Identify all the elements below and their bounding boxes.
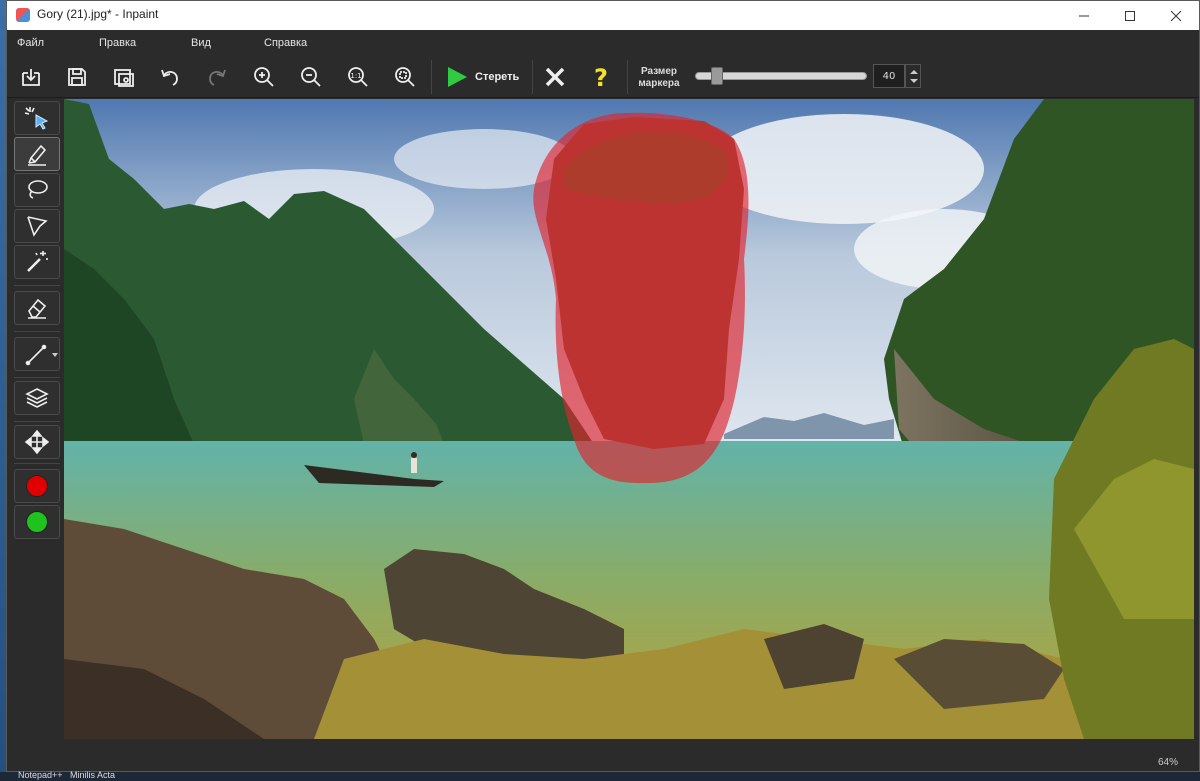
app-window: Gory (21).jpg* - Inpaint Файл Правка Вид… — [6, 0, 1200, 772]
toolbar-separator — [532, 60, 533, 94]
marker-size-label-line1: Размер — [640, 66, 677, 77]
lasso-icon — [28, 180, 48, 199]
boatman-head — [411, 452, 417, 458]
marker-size-slider-thumb[interactable] — [711, 67, 723, 85]
actual-size-icon: 1:1 — [348, 67, 368, 87]
preview-button[interactable] — [104, 61, 144, 93]
polygonal-lasso-tool[interactable] — [14, 209, 60, 243]
eraser-tool[interactable] — [14, 291, 60, 325]
svg-text:?: ? — [594, 65, 608, 89]
clear-selection-icon — [545, 67, 565, 87]
spin-down-arrow-icon[interactable] — [910, 79, 918, 83]
move-tool[interactable] — [14, 425, 60, 459]
taskbar-item-minilis[interactable]: Minilis Acta — [70, 770, 115, 780]
menu-view[interactable]: Вид — [191, 37, 211, 49]
marker-size-label-line2: маркера — [638, 78, 680, 89]
lasso-tool[interactable] — [14, 173, 60, 207]
zoom-out-button[interactable] — [291, 61, 331, 93]
minimize-icon — [1079, 15, 1089, 16]
maximize-icon — [1125, 10, 1135, 21]
play-icon — [448, 67, 467, 87]
erase-button[interactable]: Стереть — [437, 61, 529, 93]
close-icon — [1170, 10, 1182, 21]
toolbar-separator — [627, 60, 628, 94]
menu-help[interactable]: Справка — [264, 37, 307, 49]
redo-button[interactable] — [197, 61, 237, 93]
sidebar-separator — [14, 331, 60, 332]
help-icon: ? — [594, 65, 608, 89]
sidebar-separator — [14, 421, 60, 422]
dropdown-arrow-icon — [52, 353, 58, 357]
zoom-in-button[interactable] — [244, 61, 284, 93]
menu-file[interactable]: Файл — [17, 37, 44, 49]
minimize-button[interactable] — [1061, 1, 1107, 30]
svg-text:1:1: 1:1 — [350, 72, 361, 80]
marker-tool[interactable] — [14, 137, 60, 171]
eraser-icon — [28, 298, 47, 319]
toolbar-separator — [431, 60, 432, 94]
layers-icon — [25, 388, 49, 408]
zoom-in-icon — [254, 67, 274, 87]
close-button[interactable] — [1153, 1, 1199, 30]
line-tool-icon — [25, 344, 47, 366]
maximize-button[interactable] — [1107, 1, 1153, 30]
redo-icon — [209, 69, 226, 86]
marker-size-spinner[interactable] — [905, 64, 921, 88]
red-color-swatch — [26, 475, 48, 497]
image-canvas[interactable] — [64, 99, 1194, 739]
sidebar-separator — [14, 377, 60, 378]
open-button[interactable] — [11, 61, 51, 93]
actual-size-button[interactable]: 1:1 — [338, 61, 378, 93]
clear-selection-button[interactable] — [535, 61, 575, 93]
preview-icon — [114, 69, 134, 87]
magic-cursor-icon — [24, 107, 49, 130]
toolbar: 1:1 Стереть ? Размер маркера 40 — [7, 57, 1199, 98]
magic-wand-tool[interactable] — [14, 245, 60, 279]
title-bar: Gory (21).jpg* - Inpaint — [7, 1, 1199, 30]
zoom-level: 64% — [1157, 757, 1178, 768]
zoom-out-icon — [301, 67, 321, 87]
green-color-swatch — [26, 511, 48, 533]
erase-label: Стереть — [475, 71, 520, 83]
red-marker-color-button[interactable] — [14, 469, 60, 503]
marker-size-label: Размер маркера — [633, 66, 685, 90]
polygonal-lasso-icon — [27, 216, 48, 237]
taskbar-item-notepadpp[interactable]: Notepad++ — [18, 770, 63, 780]
marker-pen-icon — [28, 144, 47, 166]
green-marker-color-button[interactable] — [14, 505, 60, 539]
multi-view-tool[interactable] — [14, 381, 60, 415]
menu-bar: Файл Правка Вид Справка — [7, 30, 1199, 57]
sidebar-separator — [14, 285, 60, 286]
fit-to-window-button[interactable] — [385, 61, 425, 93]
save-icon — [68, 68, 86, 86]
save-button[interactable] — [57, 61, 97, 93]
spin-up-arrow-icon[interactable] — [910, 70, 918, 74]
fit-to-window-icon — [395, 67, 415, 87]
undo-button[interactable] — [150, 61, 190, 93]
magic-wand-icon — [27, 251, 48, 272]
marker-size-input[interactable]: 40 — [873, 64, 905, 88]
undo-icon — [161, 69, 178, 86]
app-icon — [16, 8, 30, 22]
boatman — [411, 458, 417, 473]
help-button[interactable]: ? — [581, 61, 621, 93]
move-arrows-icon — [24, 429, 50, 455]
smart-selection-tool[interactable] — [14, 101, 60, 135]
open-icon — [22, 69, 40, 86]
sidebar-separator — [14, 463, 60, 464]
menu-edit[interactable]: Правка — [99, 37, 136, 49]
taskbar: Notepad++ Minilis Acta — [0, 770, 1200, 781]
status-bar: 64% — [64, 743, 1194, 771]
line-tool[interactable] — [14, 337, 60, 371]
window-title: Gory (21).jpg* - Inpaint — [37, 7, 159, 21]
photo-canvas — [64, 99, 1194, 739]
tool-sidebar — [10, 99, 64, 739]
